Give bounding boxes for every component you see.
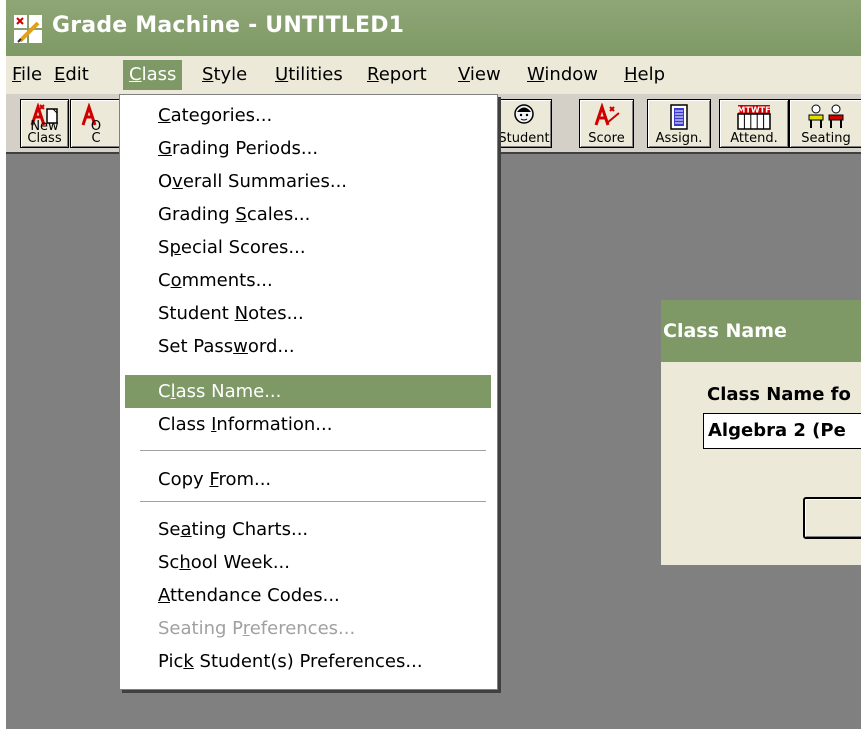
menu-item-student-notes[interactable]: Student Notes... — [125, 297, 491, 330]
menu-item-set-password[interactable]: Set Password... — [125, 330, 491, 363]
menu-item-pick-student-preferences[interactable]: Pick Student(s) Preferences... — [125, 645, 491, 678]
menu-style[interactable]: Style — [202, 64, 247, 85]
menu-utilities[interactable]: Utilities — [275, 64, 343, 85]
new-class-button[interactable]: New Class — [20, 99, 69, 148]
class-name-label: Class Name fo — [707, 384, 851, 405]
menu-item-class-information[interactable]: Class Information... — [125, 408, 491, 441]
menu-item-overall-summaries[interactable]: Overall Summaries... — [125, 165, 491, 198]
score-icon — [594, 103, 620, 126]
dialog-title[interactable]: Class Name — [661, 300, 861, 362]
menu-item-grading-scales[interactable]: Grading Scales... — [125, 198, 491, 231]
menu-separator — [140, 501, 486, 503]
class-name-dialog: Class Name Class Name fo Algebra 2 (Pe — [661, 300, 861, 565]
attendance-icon: MTWTF — [737, 105, 771, 130]
menu-view[interactable]: View — [458, 64, 501, 85]
menu-separator — [140, 450, 486, 452]
ok-button[interactable] — [803, 497, 861, 539]
menu-item-grading-periods[interactable]: Grading Periods... — [125, 132, 491, 165]
svg-text:MTWTF: MTWTF — [737, 106, 770, 115]
open-class-button[interactable]: OC — [70, 99, 122, 148]
menu-window[interactable]: Window — [527, 64, 598, 85]
title-bar[interactable]: Grade Machine - UNTITLED1 — [6, 0, 861, 56]
menu-item-comments[interactable]: Comments... — [125, 264, 491, 297]
student-icon — [514, 104, 534, 124]
window-title: Grade Machine - UNTITLED1 — [52, 13, 405, 38]
menu-file[interactable]: File — [12, 64, 42, 85]
menu-item-attendance-codes[interactable]: Attendance Codes... — [125, 579, 491, 612]
menu-class[interactable]: Class — [123, 60, 183, 90]
class-name-field[interactable]: Algebra 2 (Pe — [703, 413, 861, 449]
menu-help[interactable]: Help — [624, 64, 665, 85]
assignment-button[interactable]: Assign. — [647, 99, 711, 148]
menu-item-seating-charts[interactable]: Seating Charts... — [125, 513, 491, 546]
menu-item-copy-from[interactable]: Copy From... — [125, 463, 491, 496]
student-button[interactable]: Student — [496, 99, 552, 148]
attendance-button[interactable]: MTWTF Attend. — [719, 99, 789, 148]
assignment-icon — [670, 104, 688, 130]
score-button[interactable]: Score — [579, 99, 634, 148]
seating-button[interactable]: Seating — [789, 99, 861, 148]
menu-report[interactable]: Report — [367, 64, 427, 85]
menu-item-special-scores[interactable]: Special Scores... — [125, 231, 491, 264]
menu-edit[interactable]: Edit — [54, 64, 89, 85]
grade-machine-app-icon[interactable] — [14, 15, 42, 43]
menu-bar: File Edit Class Style Utilities Report V… — [6, 56, 861, 95]
menu-item-categories[interactable]: Categories... — [125, 99, 491, 132]
seating-icon — [808, 104, 844, 128]
menu-item-school-week[interactable]: School Week... — [125, 546, 491, 579]
menu-item-seating-preferences: Seating Preferences... — [158, 618, 356, 639]
class-menu-dropdown: Categories... Grading Periods... Overall… — [119, 94, 498, 690]
menu-item-class-name[interactable]: Class Name... — [125, 375, 491, 408]
